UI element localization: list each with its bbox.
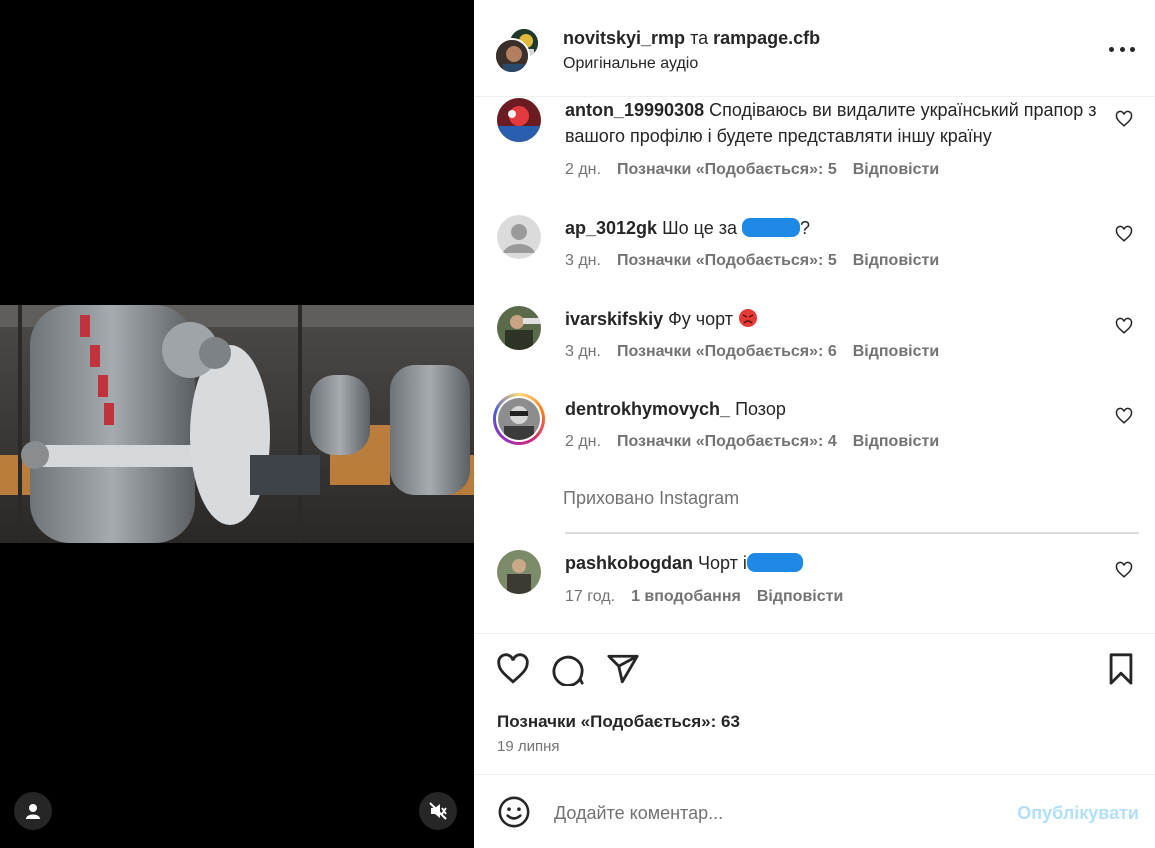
conjunction: та (690, 28, 709, 48)
post-header: novitskyi_rmp та rampage.cfb Оригінальне… (474, 0, 1155, 97)
avatar[interactable] (497, 550, 541, 594)
comment-time[interactable]: 17 год. (565, 588, 615, 605)
comment-text: Чорт і (698, 553, 747, 573)
avatar[interactable] (497, 215, 541, 259)
comment-body: dentrokhymovych_ Позор (565, 396, 1110, 422)
comment-username[interactable]: ap_3012gk (565, 218, 657, 238)
comment-text: Шо це за (662, 218, 737, 238)
reply-button[interactable]: Відповісти (853, 433, 939, 450)
comment-body: pashkobogdan Чорт і (565, 550, 1110, 576)
publish-button[interactable]: Опублікувати (1017, 803, 1139, 824)
post-date[interactable]: 19 липня (497, 738, 560, 755)
comment-body: ivarskifskiy Фу чорт (565, 306, 1110, 332)
collab-username[interactable]: rampage.cfb (713, 28, 820, 48)
avatar (498, 398, 540, 440)
avatar[interactable] (494, 38, 530, 74)
emoji-icon[interactable] (497, 795, 531, 829)
video-frame (0, 305, 474, 543)
bookmark-icon[interactable] (1104, 652, 1138, 686)
reply-button[interactable]: Відповісти (853, 161, 939, 178)
hidden-comments-toggle[interactable]: Приховано Instagram (563, 488, 739, 509)
post-authors: novitskyi_rmp та rampage.cfb (563, 28, 820, 49)
comment-likes[interactable]: Позначки «Подобається»: 5 (617, 252, 837, 269)
comment-likes[interactable]: Позначки «Подобається»: 5 (617, 161, 837, 178)
avatar[interactable] (497, 306, 541, 350)
comment-text: Позор (735, 399, 786, 419)
like-comment-heart-icon[interactable] (1115, 407, 1133, 425)
comment-likes[interactable]: 1 вподобання (631, 588, 741, 605)
comment-icon[interactable] (551, 652, 585, 686)
comment-time[interactable]: 2 дн. (565, 433, 601, 450)
post-likes-count[interactable]: Позначки «Подобається»: 63 (497, 712, 740, 732)
comment-composer: Опублікувати (474, 774, 1155, 848)
comment-text-end: ? (800, 218, 811, 238)
video-player[interactable] (0, 305, 474, 543)
share-icon[interactable] (606, 652, 640, 686)
comment-time[interactable]: 3 дн. (565, 343, 601, 360)
comment-username[interactable]: dentrokhymovych_ (565, 399, 730, 419)
like-comment-heart-icon[interactable] (1115, 561, 1133, 579)
comment-meta: 17 год. 1 вподобання Відповісти (565, 588, 843, 606)
comment-username[interactable]: pashkobogdan (565, 553, 693, 573)
redaction-mark (746, 553, 803, 572)
avatar[interactable] (497, 98, 541, 142)
divider (565, 532, 1139, 534)
author-username[interactable]: novitskyi_rmp (563, 28, 685, 48)
post-details-panel: novitskyi_rmp та rampage.cfb Оригінальне… (474, 0, 1155, 848)
story-ring[interactable] (493, 393, 545, 445)
comment-time[interactable]: 2 дн. (565, 161, 601, 178)
comment-meta: 3 дн. Позначки «Подобається»: 6 Відповісти (565, 343, 939, 361)
comment-body: anton_19990308 Сподіваюсь ви видалите укр… (565, 98, 1110, 149)
comment-username[interactable]: ivarskifskiy (565, 309, 663, 329)
comment-meta: 2 дн. Позначки «Подобається»: 5 Відповісти (565, 161, 939, 179)
tagged-users-button[interactable] (14, 792, 52, 830)
reply-button[interactable]: Відповісти (853, 343, 939, 360)
like-comment-heart-icon[interactable] (1115, 225, 1133, 243)
heart-icon[interactable] (496, 652, 530, 686)
comment-text: Фу чорт (668, 309, 734, 329)
comment-likes[interactable]: Позначки «Подобається»: 6 (617, 343, 837, 360)
comment-meta: 2 дн. Позначки «Подобається»: 4 Відповісти (565, 433, 939, 451)
reply-button[interactable]: Відповісти (853, 252, 939, 269)
post-actions: Позначки «Подобається»: 63 19 липня (474, 633, 1155, 774)
comment-likes[interactable]: Позначки «Подобається»: 4 (617, 433, 837, 450)
redaction-mark (742, 218, 800, 237)
like-comment-heart-icon[interactable] (1115, 110, 1133, 128)
mute-button[interactable] (419, 792, 457, 830)
comment-input[interactable] (552, 796, 996, 830)
audio-link[interactable]: Оригінальне аудіо (563, 55, 698, 73)
muted-speaker-icon (429, 802, 447, 820)
reply-button[interactable]: Відповісти (757, 588, 843, 605)
collab-avatars[interactable] (494, 27, 544, 77)
comment-time[interactable]: 3 дн. (565, 252, 601, 269)
comments-list[interactable]: anton_19990308 Сподіваюсь ви видалите укр… (474, 98, 1155, 632)
angry-face-emoji-icon (739, 309, 758, 327)
user-icon (26, 804, 40, 819)
comment-body: ap_3012gk Шо це за ? (565, 215, 1110, 241)
like-comment-heart-icon[interactable] (1115, 317, 1133, 335)
more-icon (1109, 46, 1114, 52)
more-options-button[interactable] (1109, 40, 1135, 58)
media-panel (0, 0, 474, 848)
comment-username[interactable]: anton_19990308 (565, 100, 704, 120)
comment-meta: 3 дн. Позначки «Подобається»: 5 Відповісти (565, 252, 939, 270)
